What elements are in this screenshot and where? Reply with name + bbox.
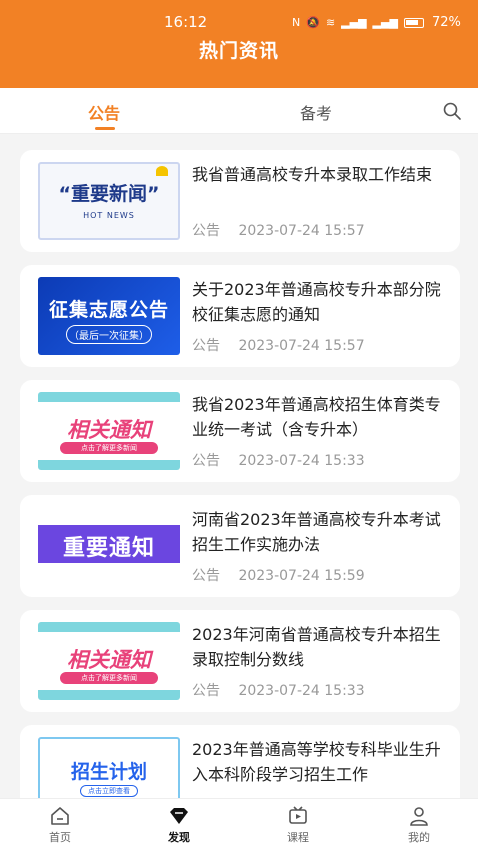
status-time: 16:12 — [164, 13, 208, 31]
tab-active-indicator — [95, 127, 115, 130]
article-title: 2023年河南省普通高校专升本招生录取控制分数线 — [192, 625, 441, 669]
thumbnail-title: 相关通知 — [67, 648, 151, 672]
article-meta: 公告 2023-07-24 15:57 — [192, 220, 365, 240]
thumbnail-subtitle: 点击了解更多新闻 — [60, 442, 158, 454]
mute-icon: 🔕 — [306, 16, 320, 29]
article-category: 公告 — [192, 683, 220, 699]
article-thumbnail: 征集志愿公告 （最后一次征集） — [38, 277, 180, 355]
article-thumbnail: 相关通知 点击了解更多新闻 — [38, 622, 180, 700]
search-icon[interactable] — [442, 101, 462, 121]
article-card[interactable]: 征集志愿公告 （最后一次征集） 关于2023年普通高校专升本部分院校征集志愿的通… — [20, 265, 460, 367]
nav-home[interactable]: 首页 — [30, 805, 90, 845]
article-thumbnail: 相关通知 点击了解更多新闻 — [38, 392, 180, 470]
thumbnail-title: 相关通知 — [67, 418, 151, 442]
tab-bar: 公告 备考 — [0, 88, 478, 134]
article-card[interactable]: “重要新闻” HOT NEWS 我省普通高校专升本录取工作结束 公告 2023-… — [20, 150, 460, 252]
user-icon — [410, 807, 428, 826]
nav-home-label: 首页 — [49, 831, 71, 844]
nav-mine-label: 我的 — [408, 831, 430, 844]
article-datetime: 2023-07-24 15:33 — [238, 683, 365, 699]
thumbnail-title: 招生计划 — [70, 761, 147, 783]
signal-icon: ▂▄▆ — [341, 16, 367, 29]
thumbnail-title: 征集志愿公告 — [48, 299, 169, 321]
article-datetime: 2023-07-24 15:59 — [238, 568, 365, 584]
article-datetime: 2023-07-24 15:33 — [238, 453, 365, 469]
article-category: 公告 — [192, 338, 220, 354]
article-thumbnail: 重要通知 — [38, 507, 180, 585]
nav-course[interactable]: 课程 — [268, 805, 328, 845]
article-card[interactable]: 重要通知 河南省2023年普通高校专升本考试招生工作实施办法 公告 2023-0… — [20, 495, 460, 597]
article-category: 公告 — [192, 453, 220, 469]
article-category: 公告 — [192, 568, 220, 584]
nav-discover[interactable]: 发现 — [149, 805, 209, 845]
article-title: 我省普通高校专升本录取工作结束 — [192, 165, 433, 184]
battery-icon — [403, 17, 424, 28]
wifi-icon: ≋ — [325, 16, 336, 29]
article-card[interactable]: 相关通知 点击了解更多新闻 2023年河南省普通高校专升本招生录取控制分数线 公… — [20, 610, 460, 712]
nav-mine[interactable]: 我的 — [389, 805, 449, 845]
thumbnail-title: 重要通知 — [62, 536, 155, 561]
nav-discover-label: 发现 — [168, 831, 190, 844]
nav-course-label: 课程 — [287, 831, 309, 844]
article-thumbnail: “重要新闻” HOT NEWS — [38, 162, 180, 240]
article-title: 我省2023年普通高校招生体育类专业统一考试（含专升本） — [192, 395, 441, 439]
home-icon — [51, 807, 69, 825]
discover-icon — [170, 808, 188, 824]
heart-icon — [156, 166, 168, 176]
tab-announcements[interactable]: 公告 — [88, 100, 120, 124]
nfc-icon: N — [292, 16, 301, 29]
article-meta: 公告 2023-07-24 15:33 — [192, 450, 365, 470]
article-title: 河南省2023年普通高校专升本考试招生工作实施办法 — [192, 510, 441, 554]
article-meta: 公告 2023-07-24 15:57 — [192, 335, 365, 355]
article-category: 公告 — [192, 223, 220, 239]
bottom-nav: 首页 发现 课程 我的 — [0, 798, 478, 850]
app-header: 16:12 N 🔕 ≋ ▂▄▆ ▂▄▆ 72% 热门资讯 — [0, 0, 478, 88]
article-datetime: 2023-07-24 15:57 — [238, 338, 365, 354]
article-meta: 公告 2023-07-24 15:59 — [192, 565, 365, 585]
article-title: 关于2023年普通高校专升本部分院校征集志愿的通知 — [192, 280, 441, 324]
thumbnail-title: “重要新闻” — [58, 183, 160, 205]
thumbnail-subtitle: HOT NEWS — [83, 211, 135, 220]
article-title: 2023年普通高等学校专科毕业生升入本科阶段学习招生工作 — [192, 740, 441, 784]
course-icon — [289, 806, 307, 824]
thumbnail-subtitle: 点击立即查看 — [80, 785, 138, 797]
status-icons: N 🔕 ≋ ▂▄▆ ▂▄▆ 72% — [292, 15, 461, 30]
article-datetime: 2023-07-24 15:57 — [238, 223, 365, 239]
thumbnail-subtitle: （最后一次征集） — [66, 325, 152, 344]
thumbnail-subtitle: 点击了解更多新闻 — [60, 672, 158, 684]
article-meta: 公告 2023-07-24 15:33 — [192, 680, 365, 700]
battery-percent: 72% — [431, 15, 461, 30]
signal-icon-2: ▂▄▆ — [372, 16, 398, 29]
page-title: 热门资讯 — [198, 40, 279, 62]
tab-exam-prep[interactable]: 备考 — [300, 100, 332, 124]
article-card[interactable]: 相关通知 点击了解更多新闻 我省2023年普通高校招生体育类专业统一考试（含专升… — [20, 380, 460, 482]
